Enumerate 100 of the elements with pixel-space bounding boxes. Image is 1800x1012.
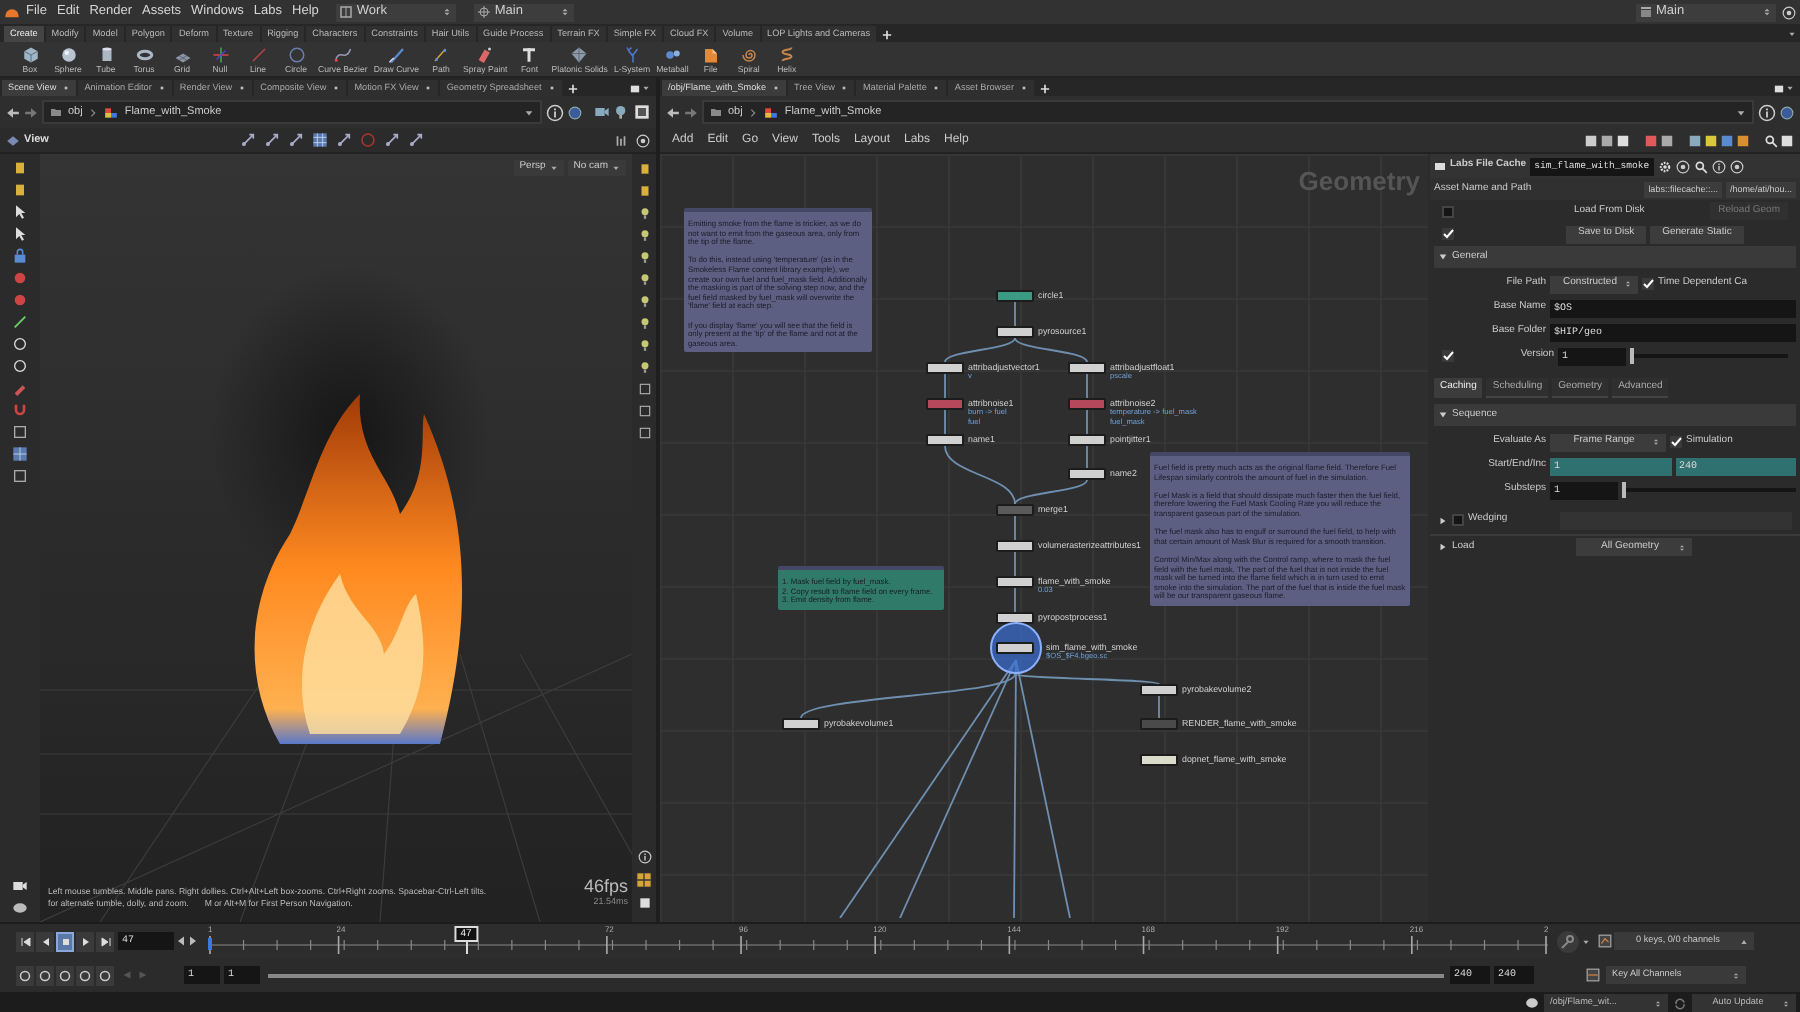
folder-icon <box>50 106 62 118</box>
node-tile[interactable] <box>1068 362 1106 374</box>
square-icon[interactable] <box>12 468 28 484</box>
forward-icon[interactable] <box>24 105 38 119</box>
gear-icon[interactable] <box>1658 159 1673 173</box>
back-icon[interactable] <box>6 105 20 119</box>
help-icon[interactable] <box>1782 5 1796 19</box>
square-icon[interactable] <box>12 424 28 440</box>
circle-icon[interactable] <box>12 336 28 352</box>
light-icon[interactable] <box>637 316 651 330</box>
node-tile[interactable] <box>1068 434 1106 446</box>
light-icon[interactable] <box>637 294 651 308</box>
view-icon <box>6 133 20 147</box>
light-icon[interactable] <box>637 206 651 220</box>
circle-icon[interactable] <box>12 358 28 374</box>
light-icon[interactable] <box>614 104 630 120</box>
forward-icon[interactable] <box>684 105 698 119</box>
folder-icon <box>710 106 722 118</box>
desktop-icon <box>340 6 353 18</box>
path-icon <box>432 45 451 63</box>
checkbox[interactable] <box>1452 514 1464 526</box>
caret-icon <box>612 164 620 172</box>
square-icon[interactable] <box>637 426 651 440</box>
light-icon[interactable] <box>637 338 651 352</box>
node-tile[interactable] <box>1140 718 1178 730</box>
channels-icon[interactable] <box>1598 934 1612 948</box>
search-icon[interactable] <box>1764 133 1778 147</box>
node-tile[interactable] <box>1140 754 1178 766</box>
node-tile[interactable] <box>926 434 964 446</box>
node-tile[interactable] <box>1140 684 1178 696</box>
cloud-icon[interactable] <box>1524 996 1540 1010</box>
node-tile[interactable] <box>996 612 1034 624</box>
updown-icon <box>1762 6 1772 18</box>
step-forward-icon[interactable] <box>188 932 198 950</box>
triangle-icon[interactable] <box>1438 542 1448 552</box>
light-icon[interactable] <box>637 250 651 264</box>
magnet-icon[interactable] <box>12 402 28 418</box>
light-icon[interactable] <box>637 272 651 286</box>
plus-icon[interactable] <box>882 30 893 40</box>
info-icon[interactable] <box>1712 159 1727 173</box>
caret-icon[interactable] <box>1582 937 1590 945</box>
caret-icon[interactable] <box>642 84 650 92</box>
layout-icon[interactable] <box>636 872 652 888</box>
updown-icon <box>560 6 571 18</box>
checkmark-icon <box>1642 278 1654 290</box>
plus-icon[interactable] <box>1040 84 1051 94</box>
info-icon[interactable] <box>637 850 651 864</box>
node-type-icon <box>1434 160 1446 172</box>
pen-icon <box>387 45 406 63</box>
triangle-icon[interactable] <box>1438 410 1448 420</box>
node-tile[interactable] <box>1068 398 1106 410</box>
disk-icon[interactable] <box>12 900 28 916</box>
node-tile[interactable] <box>926 362 964 374</box>
node-tile[interactable] <box>782 718 820 730</box>
playback-button[interactable] <box>36 931 54 951</box>
node-tile[interactable] <box>996 290 1034 302</box>
plus-icon[interactable] <box>567 84 578 94</box>
grid-display-icon[interactable] <box>12 446 28 462</box>
checkmark-icon <box>1442 350 1454 362</box>
key-icon[interactable] <box>1556 929 1580 953</box>
playback-button[interactable] <box>16 931 34 951</box>
help-icon[interactable] <box>1730 159 1745 173</box>
play-reverse-icon <box>39 935 51 947</box>
layout-icon[interactable] <box>630 84 640 94</box>
checkbox[interactable] <box>1442 205 1454 217</box>
lock-icon[interactable] <box>12 248 28 264</box>
channels-icon[interactable] <box>1586 968 1600 982</box>
square-icon[interactable] <box>637 404 651 418</box>
node-tile[interactable] <box>996 540 1034 552</box>
brush-icon[interactable] <box>12 380 28 396</box>
light-icon[interactable] <box>637 228 651 242</box>
wire <box>1086 445 1088 469</box>
node-tile[interactable] <box>1068 468 1106 480</box>
search-icon[interactable] <box>1694 159 1709 173</box>
help-icon[interactable] <box>636 133 650 147</box>
triangle-icon[interactable] <box>1438 252 1448 262</box>
light-icon[interactable] <box>637 360 651 374</box>
node-tile[interactable] <box>996 576 1034 588</box>
caret-icon[interactable] <box>1736 107 1746 117</box>
playback-button[interactable] <box>56 931 74 951</box>
layout-icon[interactable] <box>1774 84 1784 94</box>
playback-button[interactable] <box>96 931 114 951</box>
move-icon[interactable] <box>239 132 256 148</box>
caret-icon[interactable] <box>1786 84 1794 92</box>
wire <box>1014 515 1016 541</box>
caret-icon[interactable] <box>524 107 534 117</box>
node-tile[interactable] <box>996 642 1034 654</box>
node-tile[interactable] <box>996 326 1034 338</box>
triangle-icon[interactable] <box>1438 515 1448 525</box>
refresh-icon[interactable] <box>1672 995 1688 1011</box>
node-tile[interactable] <box>926 398 964 410</box>
playback-button[interactable] <box>76 931 94 951</box>
back-icon[interactable] <box>666 105 680 119</box>
jump-end-icon <box>99 935 111 947</box>
square-icon[interactable] <box>637 382 651 396</box>
node-tile[interactable] <box>996 504 1034 516</box>
play-icon <box>79 935 91 947</box>
step-back-icon[interactable] <box>176 932 186 950</box>
up-caret-icon <box>1740 937 1748 945</box>
grid-display-icon[interactable] <box>311 132 328 148</box>
